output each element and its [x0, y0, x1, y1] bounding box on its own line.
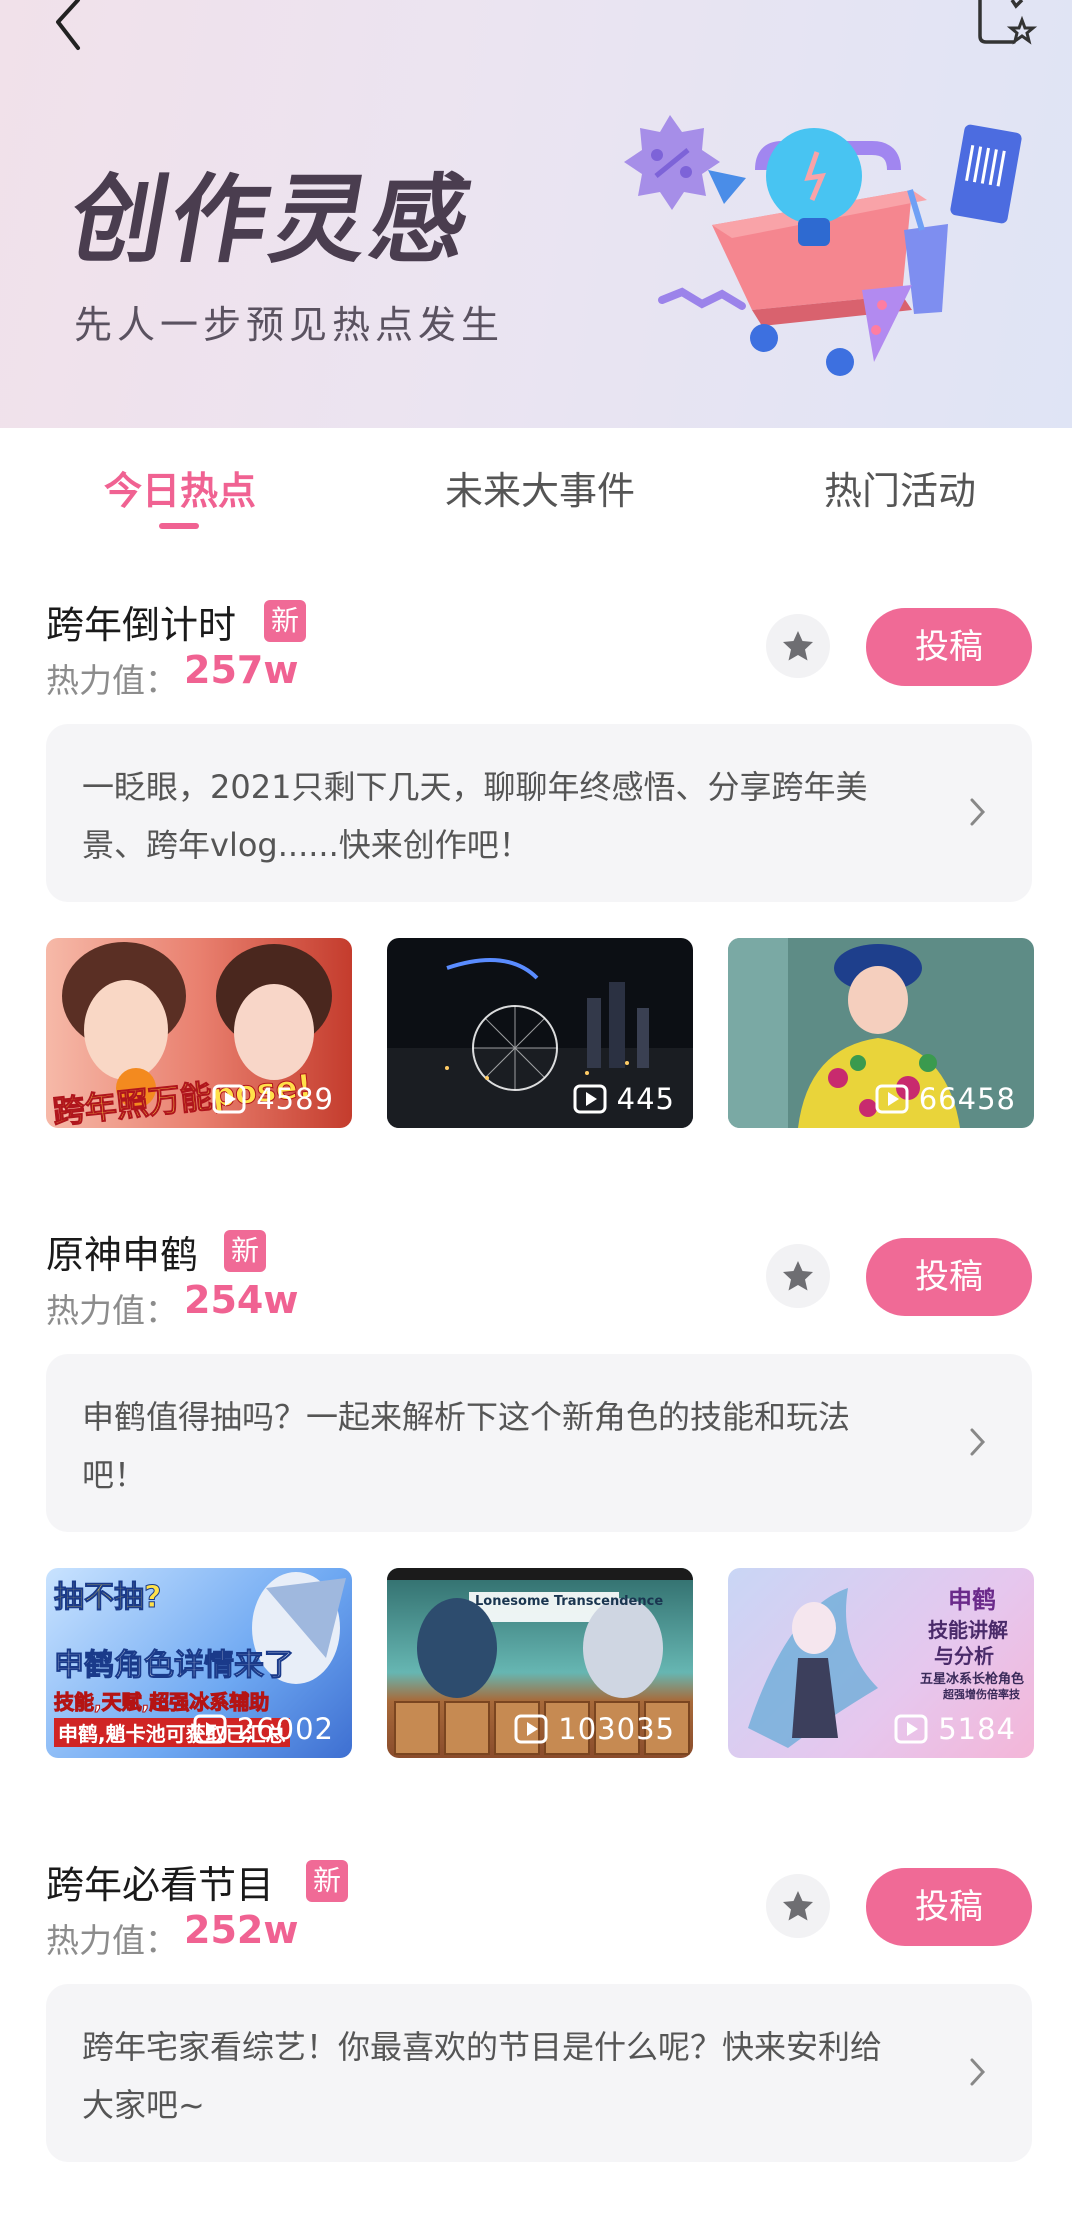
new-badge: 新: [306, 1860, 348, 1902]
tab-active-indicator: [159, 523, 199, 529]
thumbnail-caption: 技能讲解: [928, 1618, 1008, 1642]
play-icon: [514, 1714, 548, 1744]
page-title: 创作灵感: [62, 164, 482, 276]
favorite-button[interactable]: [766, 614, 830, 678]
topic-description-card[interactable]: 申鹤值得抽吗？一起来解析下这个新角色的技能和玩法吧！: [46, 1354, 1032, 1532]
topic-description-card[interactable]: 一眨眼，2021只剩下几天，聊聊年终感悟、分享跨年美景、跨年vlog......…: [46, 724, 1032, 902]
video-thumbnail[interactable]: 66458: [728, 938, 1034, 1128]
favorite-button[interactable]: [766, 1874, 830, 1938]
play-icon: [894, 1714, 928, 1744]
thumbnail-headline: 申鹤: [948, 1586, 996, 1614]
thumbnail-caption: Lonesome Transcendence: [475, 1594, 664, 1609]
topic-title: 原神申鹤: [46, 1233, 199, 1277]
play-count: 445: [573, 1082, 675, 1116]
topic-description-card[interactable]: 跨年宅家看综艺！你最喜欢的节目是什么呢？快来安利给大家吧~: [46, 1984, 1032, 2162]
play-count: 4589: [212, 1082, 334, 1116]
play-count-value: 5184: [938, 1712, 1016, 1746]
tab-today-hot[interactable]: 今日热点: [30, 460, 330, 515]
chevron-right-icon: [970, 798, 986, 826]
thumbnail-caption: 五星冰系长枪角色: [919, 1672, 1024, 1687]
video-thumbnail[interactable]: 抽不抽? 申鹤角色详情来了 技能,天赋,超强冰系辅助 申鹤,魈卡池可获取已汇总 …: [46, 1568, 352, 1758]
heat-label: 热力值：: [46, 661, 178, 700]
star-icon: [783, 1261, 813, 1291]
star-icon: [783, 1891, 813, 1921]
play-icon: [573, 1084, 607, 1114]
play-count: 5184: [894, 1712, 1016, 1746]
topic-description: 申鹤值得抽吗？一起来解析下这个新角色的技能和玩法吧！: [82, 1398, 851, 1494]
video-thumbnail[interactable]: 跨年照万能pose! 4589: [46, 938, 352, 1128]
back-arrow-icon[interactable]: [40, 0, 96, 56]
heat-value: 257w: [184, 648, 299, 692]
topic-title: 跨年必看节目: [46, 1863, 275, 1907]
chevron-right-icon: [970, 1428, 986, 1456]
video-thumbnail[interactable]: Lonesome Transcendence 103035: [387, 1568, 693, 1758]
thumbnail-caption: 超强增伤倍率技: [943, 1688, 1020, 1701]
play-icon: [875, 1084, 909, 1114]
play-count: 103035: [514, 1712, 675, 1746]
submit-button[interactable]: 投稿: [866, 1868, 1032, 1946]
submit-button[interactable]: 投稿: [866, 608, 1032, 686]
thumbnail-headline: 申鹤角色详情来了: [54, 1648, 295, 1684]
play-count-value: 66458: [918, 1082, 1016, 1116]
star-icon: [783, 631, 813, 661]
thumbnail-caption: 与分析: [934, 1644, 994, 1668]
play-icon: [212, 1084, 246, 1114]
thumbnail-headline: 抽不抽?: [53, 1580, 162, 1616]
page-subtitle: 先人一步预见热点发生: [74, 303, 505, 347]
play-count-value: 445: [616, 1082, 675, 1116]
video-thumbnail[interactable]: 445: [387, 938, 693, 1128]
new-badge: 新: [264, 600, 306, 642]
play-count-value: 4589: [256, 1082, 334, 1116]
favorite-button[interactable]: [766, 1244, 830, 1308]
play-count-value: 103035: [558, 1712, 675, 1746]
hero-banner: 创作灵感 先人一步预见热点发生: [0, 0, 1072, 428]
submit-button[interactable]: 投稿: [866, 1238, 1032, 1316]
play-count: 26002: [193, 1712, 334, 1746]
chevron-right-icon: [970, 2058, 986, 2086]
tab-bar: 今日热点 未来大事件 热门活动: [0, 428, 1072, 538]
heat-value: 252w: [184, 1908, 299, 1952]
heat-label: 热力值：: [46, 1921, 178, 1960]
heat-value: 254w: [184, 1278, 299, 1322]
new-badge: 新: [224, 1230, 266, 1272]
play-count: 66458: [875, 1082, 1016, 1116]
topic-title: 跨年倒计时: [46, 603, 237, 647]
topic-description: 跨年宅家看综艺！你最喜欢的节目是什么呢？快来安利给大家吧~: [82, 2028, 883, 2124]
topic-description: 一眨眼，2021只剩下几天，聊聊年终感悟、分享跨年美景、跨年vlog......…: [82, 768, 868, 864]
hero-illustration: [624, 115, 1022, 376]
favorite-folder-icon[interactable]: [976, 0, 1038, 48]
tab-hot-activities[interactable]: 热门活动: [750, 460, 1050, 515]
play-count-value: 26002: [236, 1712, 334, 1746]
thumbnail-caption: 技能,天赋,超强冰系辅助: [53, 1690, 270, 1715]
heat-label: 热力值：: [46, 1291, 178, 1330]
tab-future-events[interactable]: 未来大事件: [390, 460, 690, 515]
play-icon: [193, 1714, 227, 1744]
video-thumbnail[interactable]: 申鹤 技能讲解 与分析 五星冰系长枪角色 超强增伤倍率技 5184: [728, 1568, 1034, 1758]
